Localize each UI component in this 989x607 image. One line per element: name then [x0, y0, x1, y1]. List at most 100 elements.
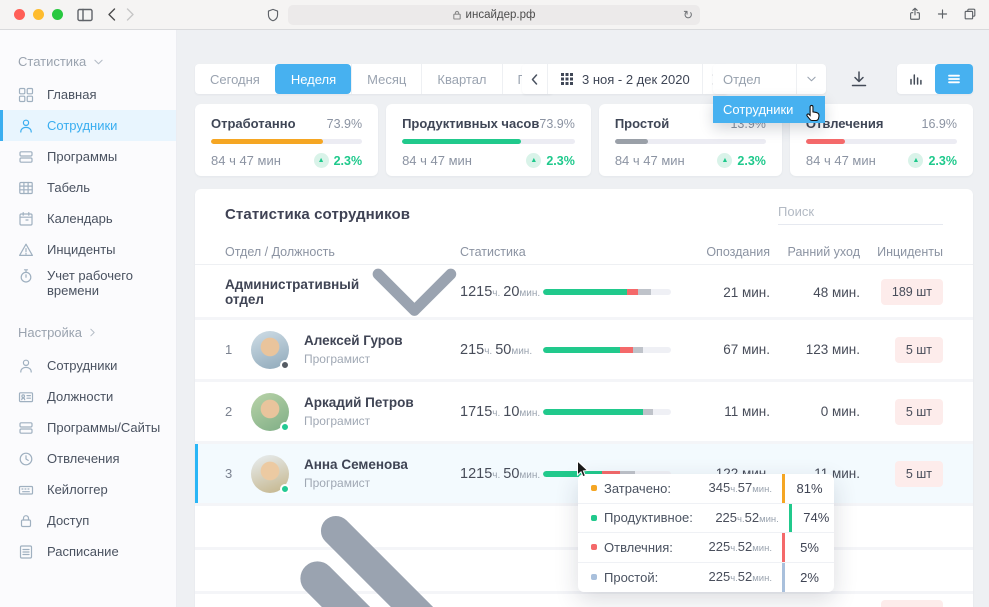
sidebar-section-header[interactable]: Статистика	[0, 54, 176, 79]
filter-select: Отдел	[713, 64, 826, 94]
employee-info: Анна СеменоваПрограмист	[304, 457, 408, 490]
filter-menu-item-employees[interactable]: Сотрудники	[713, 96, 825, 123]
stat-minutes-unit: мин.	[759, 514, 779, 525]
period-tab-неделя[interactable]: Неделя	[275, 64, 351, 94]
tooltip-row-затрачено: Затрачено:345ч.57мин.81%	[578, 474, 834, 504]
sidebar-item-доступ[interactable]: Доступ	[0, 505, 176, 536]
clock-icon	[18, 451, 34, 467]
sidebar-item-программы-сайты[interactable]: Программы/Сайты	[0, 412, 176, 443]
period-tab-месяц[interactable]: Месяц	[351, 64, 421, 94]
window-zoom-button[interactable]	[52, 9, 63, 20]
cell-incidents: 189 шт	[881, 279, 943, 305]
sidebar-item-расписание[interactable]: Расписание	[0, 536, 176, 567]
refresh-icon[interactable]: ↻	[683, 8, 693, 22]
cell-incidents: 5 шт	[895, 337, 943, 363]
sidebar-section-header[interactable]: Настройка	[0, 325, 176, 350]
browser-back-icon[interactable]	[107, 8, 116, 21]
stat-card-header: Отвлечения16.9%	[806, 116, 957, 131]
stat-card-value: 84 ч 47 мин	[211, 153, 281, 168]
sidebar-item-сотрудники[interactable]: Сотрудники	[0, 110, 176, 141]
stat-minutes: 52	[738, 539, 752, 554]
browser-sidebar-toggle-icon[interactable]	[77, 8, 93, 22]
stat-card-header: Продуктивных часов73.9%	[402, 116, 575, 131]
stat-minutes-unit: мин.	[752, 543, 772, 554]
column-dept-role: Отдел / Должность	[225, 245, 460, 259]
stat-hours: 345	[709, 480, 731, 495]
stat-card-delta: ▲2.3%	[526, 153, 575, 168]
employee-info: Алексей ГуровПрограмист	[304, 333, 403, 366]
cell-name: Административный отдел	[225, 265, 460, 320]
period-tab-сегодня[interactable]: Сегодня	[195, 64, 275, 94]
stat-card-delta-value: 2.3%	[737, 154, 766, 168]
chevron-down-icon[interactable]	[796, 64, 826, 94]
stat-card-percent: 16.9%	[922, 117, 957, 131]
tooltip-label: Отвлечния:	[604, 540, 686, 555]
progress-segment	[543, 289, 627, 295]
sidebar-item-календарь[interactable]: Календарь	[0, 203, 176, 234]
dashboard-icon	[18, 87, 34, 103]
incidents-badge: 189 шт	[881, 600, 943, 607]
stat-card-delta-value: 2.3%	[334, 154, 363, 168]
sidebar-item-программы[interactable]: Программы	[0, 141, 176, 172]
sidebar-item-сотрудники[interactable]: Сотрудники	[0, 350, 176, 381]
table-row-алексей-гуров[interactable]: 1Алексей ГуровПрограмист215ч.50мин.67 ми…	[195, 317, 973, 379]
sidebar-item-отвлечения[interactable]: Отвлечения	[0, 443, 176, 474]
tooltip-percent: 5%	[782, 533, 834, 562]
tooltip-value: 225ч.52мин.	[686, 568, 782, 586]
stat-card-percent: 73.9%	[539, 117, 574, 131]
chart-view-button[interactable]	[897, 64, 935, 94]
progress-segment	[620, 347, 633, 353]
row-progressbar[interactable]	[543, 347, 671, 353]
new-tab-icon[interactable]	[936, 6, 949, 22]
url-text: инсайдер.рф	[466, 9, 536, 21]
view-toggle-group	[897, 64, 973, 94]
sidebar-item-label: Главная	[47, 87, 96, 102]
stat-hours-unit: ч.	[730, 573, 738, 584]
sidebar-item-должности[interactable]: Должности	[0, 381, 176, 412]
chevron-down-icon[interactable]	[369, 265, 460, 320]
table-row-аркадий-петров[interactable]: 2Аркадий ПетровПрограмист1715ч.10мин.11 …	[195, 379, 973, 441]
calendar-icon	[18, 211, 34, 227]
stat-hours: 1215	[460, 466, 492, 482]
browser-forward-icon[interactable]	[126, 8, 135, 21]
stat-minutes: 57	[738, 480, 752, 495]
avatar	[251, 331, 289, 369]
table-icon	[18, 180, 34, 196]
window-close-button[interactable]	[14, 9, 25, 20]
filter-selected-value[interactable]: Отдел	[713, 64, 796, 94]
tab-overview-icon[interactable]	[963, 6, 977, 22]
sidebar-item-учет-рабочего-времени[interactable]: Учет рабочего времени	[0, 265, 176, 309]
table-row-административный-отдел[interactable]: Административный отдел1215ч.20мин.21 мин…	[195, 265, 973, 317]
sidebar-section: НастройкаСотрудникиДолжностиПрограммы/Са…	[0, 325, 176, 567]
user-icon	[18, 118, 34, 134]
date-prev-button[interactable]	[522, 64, 548, 94]
cell-name: 3Анна СеменоваПрограмист	[225, 455, 460, 493]
chevron-right-icon[interactable]	[289, 550, 460, 607]
stat-minutes: 50	[503, 466, 519, 482]
sidebar-item-кейлоггер[interactable]: Кейлоггер	[0, 474, 176, 505]
date-range-button[interactable]: 3 ноя - 2 дек 2020	[548, 64, 702, 94]
address-bar[interactable]: инсайдер.рф ↻	[288, 5, 700, 25]
legend-bullet	[591, 574, 597, 580]
row-progressbar[interactable]	[543, 409, 671, 415]
sidebar-item-главная[interactable]: Главная	[0, 79, 176, 110]
stat-card-title: Продуктивных часов	[402, 116, 539, 131]
stat-hours-unit: ч.	[492, 470, 500, 481]
list-view-button[interactable]	[935, 64, 973, 94]
tooltip-value: 225ч.52мин.	[686, 538, 782, 556]
cell-incidents: 5 шт	[895, 399, 943, 425]
stat-card-delta-value: 2.3%	[546, 154, 575, 168]
stat-card-progress-fill	[806, 139, 845, 144]
cell-name: 1Алексей ГуровПрограмист	[225, 331, 460, 369]
period-tab-квартал[interactable]: Квартал	[421, 64, 501, 94]
sidebar-item-label: Календарь	[47, 211, 113, 226]
sidebar-item-инциденты[interactable]: Инциденты	[0, 234, 176, 265]
user-icon	[18, 358, 34, 374]
search-input[interactable]	[778, 204, 954, 219]
sidebar-item-табель[interactable]: Табель	[0, 172, 176, 203]
window-minimize-button[interactable]	[33, 9, 44, 20]
download-icon[interactable]	[849, 69, 869, 89]
shield-icon[interactable]	[266, 7, 280, 23]
share-icon[interactable]	[908, 6, 922, 22]
row-progressbar[interactable]	[543, 289, 671, 295]
